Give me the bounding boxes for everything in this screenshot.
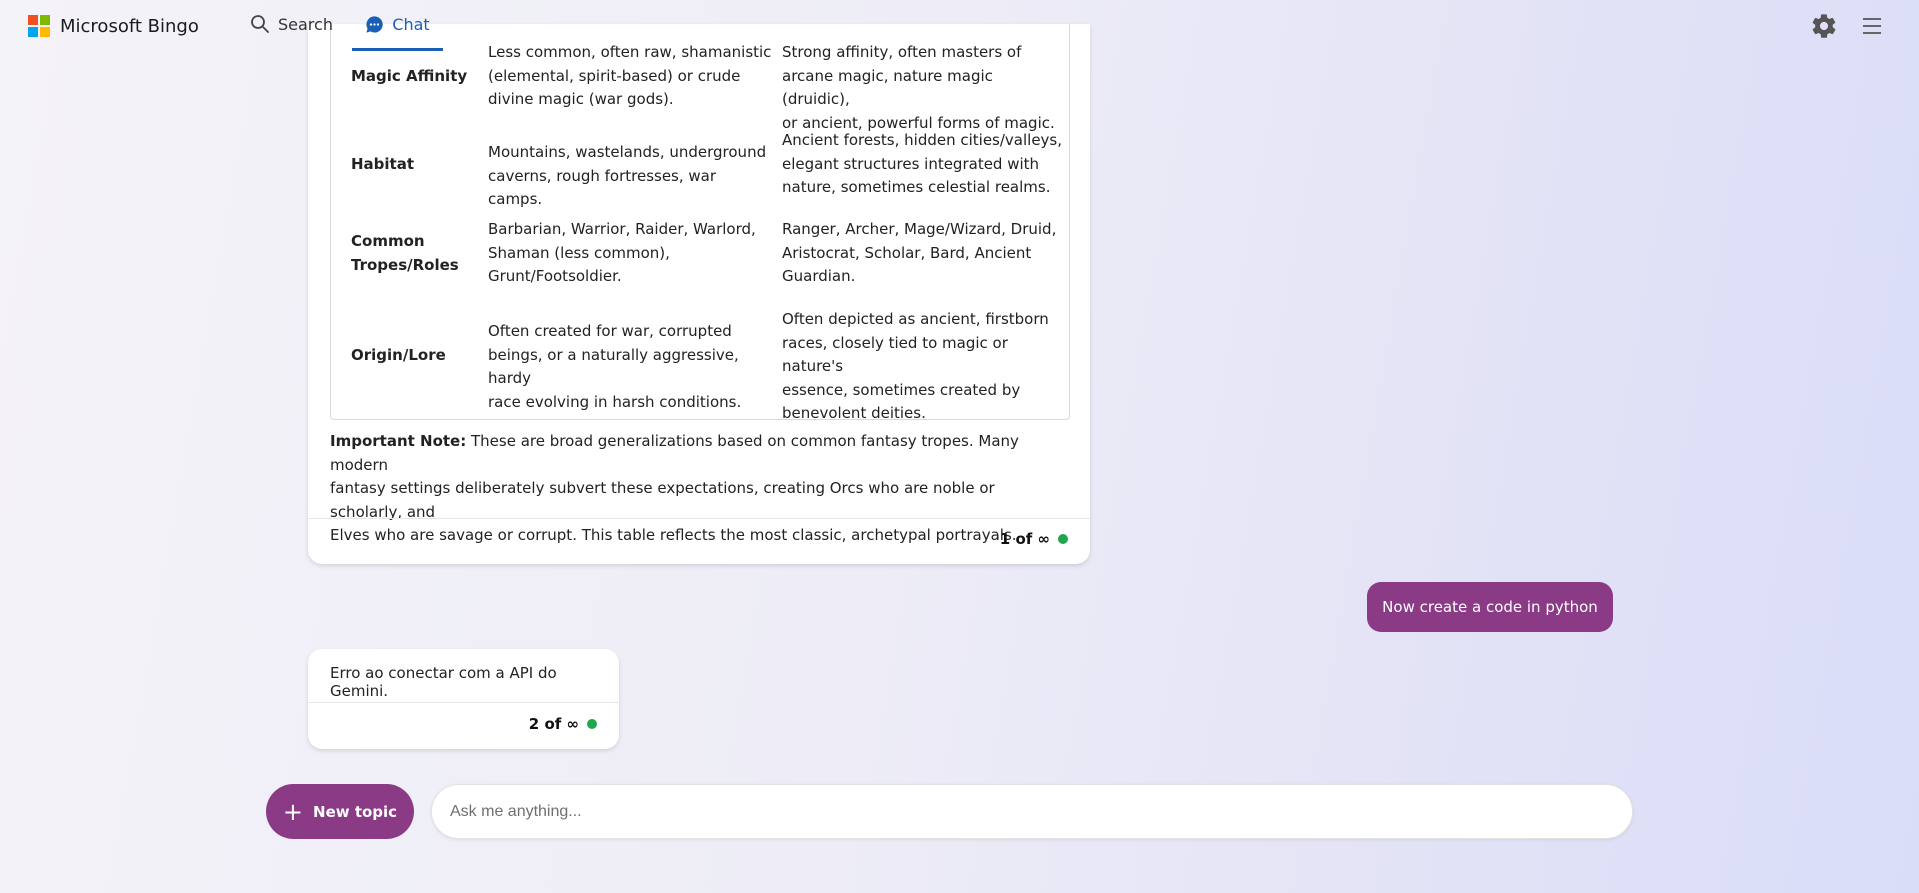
- hamburger-menu-icon[interactable]: [1861, 15, 1883, 37]
- brand-name: Microsoft Bingo: [60, 15, 199, 37]
- card-divider: [308, 702, 619, 703]
- new-topic-label: New topic: [313, 802, 398, 821]
- nav-search-tab[interactable]: Search: [250, 14, 333, 34]
- row-label: Magic Affinity: [351, 67, 468, 85]
- bot-message-card: Magic Affinity Less common, often raw, s…: [308, 24, 1090, 564]
- search-icon: [251, 15, 269, 33]
- status-dot-icon: [587, 719, 597, 729]
- plus-icon: +: [282, 797, 304, 826]
- chat-input[interactable]: [431, 784, 1633, 839]
- table-cell: Often depicted as ancient, firstborn race…: [782, 310, 1049, 420]
- top-bar: Microsoft Bingo Search Chat: [0, 0, 1919, 54]
- bot-message-text: Erro ao conectar com a API do Gemini.: [330, 664, 557, 700]
- table-row: Habitat Mountains, wastelands, undergrou…: [331, 129, 1069, 208]
- brand[interactable]: Microsoft Bingo: [28, 15, 199, 37]
- user-message-text: Now create a code in python: [1382, 598, 1598, 616]
- table-row: Common Tropes/Roles Barbarian, Warrior, R…: [331, 218, 1069, 293]
- table-cell: Ranger, Archer, Mage/Wizard, Druid, Arist…: [782, 220, 1057, 285]
- note-text: fantasy settings deliberately subvert th…: [330, 479, 995, 521]
- table-cell: Ancient forests, hidden cities/valleys, e…: [782, 131, 1063, 196]
- table-row: Origin/Lore Often created for war, corru…: [331, 308, 1069, 419]
- status-dot-icon: [1058, 534, 1068, 544]
- turn-counter-text: 1 of ∞: [999, 530, 1050, 548]
- note-label: Important Note:: [330, 432, 467, 450]
- table-cell: Barbarian, Warrior, Raider, Warlord, Sham…: [488, 220, 756, 285]
- row-label: Common Tropes/Roles: [351, 232, 459, 274]
- comparison-table: Magic Affinity Less common, often raw, s…: [330, 24, 1070, 420]
- row-label: Habitat: [351, 155, 415, 173]
- turn-counter: 1 of ∞: [1000, 530, 1068, 548]
- turn-counter-text: 2 of ∞: [528, 715, 579, 733]
- microsoft-logo-icon: [28, 15, 50, 37]
- card-divider: [308, 518, 1090, 519]
- bot-message-card: Erro ao conectar com a API do Gemini. 2 …: [308, 649, 619, 749]
- new-topic-button[interactable]: + New topic: [266, 784, 414, 839]
- user-message-bubble: Now create a code in python: [1367, 582, 1613, 632]
- nav-search-label: Search: [278, 14, 333, 34]
- nav-chat-label: Chat: [392, 14, 430, 34]
- table-cell: Mountains, wastelands, underground cavern…: [488, 143, 767, 208]
- nav-chat-tab[interactable]: Chat: [352, 0, 443, 51]
- note-text: Elves who are savage or corrupt. This ta…: [330, 526, 1017, 544]
- important-note: Important Note: These are broad generali…: [330, 430, 1070, 548]
- table-cell: Strong affinity, often masters of arcane …: [782, 43, 1055, 132]
- settings-gear-icon[interactable]: [1810, 12, 1838, 40]
- turn-counter: 2 of ∞: [529, 715, 597, 733]
- table-cell: Often created for war, corrupted beings, …: [488, 322, 742, 411]
- row-label: Origin/Lore: [351, 346, 446, 364]
- chat-icon: [366, 15, 384, 33]
